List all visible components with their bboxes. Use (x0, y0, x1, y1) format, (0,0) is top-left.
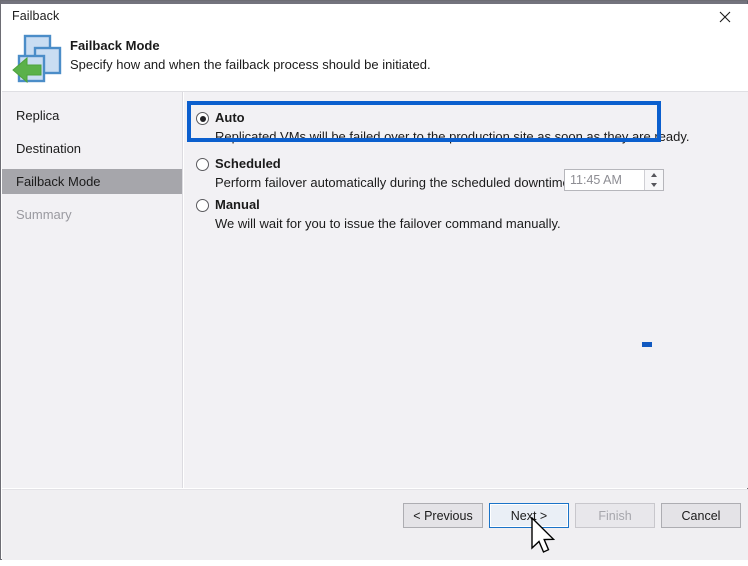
next-button[interactable]: Next > (489, 503, 569, 528)
wizard-footer: < Previous Next > Finish Cancel (2, 489, 748, 560)
failback-wizard-window: Failback Failback Mode Specify how and w… (0, 0, 748, 560)
finish-button: Finish (575, 503, 655, 528)
schedule-time-stepper[interactable] (644, 170, 663, 190)
next-button-label: Next > (511, 509, 547, 523)
header-subtitle: Specify how and when the failback proces… (70, 57, 431, 72)
window-title: Failback (12, 9, 59, 23)
radio-auto[interactable] (196, 112, 209, 125)
sidebar-item-destination[interactable]: Destination (2, 136, 182, 161)
previous-button[interactable]: < Previous (403, 503, 483, 528)
title-bar: Failback (2, 4, 748, 32)
close-x-icon (719, 11, 731, 23)
sidebar-item-label: Summary (16, 207, 72, 222)
close-button[interactable] (702, 1, 748, 32)
cancel-button[interactable]: Cancel (661, 503, 741, 528)
sidebar-item-summary: Summary (2, 202, 182, 227)
option-auto-label: Auto (215, 110, 245, 125)
sidebar-item-replica[interactable]: Replica (2, 103, 182, 128)
schedule-time-value: 11:45 AM (570, 173, 622, 187)
finish-button-label: Finish (598, 509, 631, 523)
option-auto-description: Replicated VMs will be failed over to th… (215, 129, 690, 144)
header-title: Failback Mode (70, 38, 160, 53)
blue-marker-artifact (642, 342, 652, 347)
sidebar-item-label: Replica (16, 108, 59, 123)
sidebar-item-label: Destination (16, 141, 81, 156)
radio-manual[interactable] (196, 199, 209, 212)
option-manual-label: Manual (215, 197, 260, 212)
sidebar-item-failback-mode[interactable]: Failback Mode (2, 169, 182, 194)
option-scheduled-label: Scheduled (215, 156, 281, 171)
option-manual-description: We will wait for you to issue the failov… (215, 216, 561, 231)
chevron-up-icon[interactable] (645, 170, 662, 180)
failback-replica-arrow-icon (11, 32, 69, 88)
sidebar-item-label: Failback Mode (16, 174, 101, 189)
wizard-step-nav: Replica Destination Failback Mode Summar… (2, 92, 183, 488)
schedule-time-input[interactable]: 11:45 AM (564, 169, 664, 191)
wizard-content-panel: Auto Replicated VMs will be failed over … (184, 92, 748, 488)
cancel-button-label: Cancel (682, 509, 721, 523)
radio-scheduled[interactable] (196, 158, 209, 171)
wizard-header: Failback Mode Specify how and when the f… (2, 32, 748, 92)
option-scheduled-description: Perform failover automatically during th… (215, 175, 588, 190)
chevron-down-icon[interactable] (645, 180, 662, 190)
previous-button-label: < Previous (413, 509, 472, 523)
